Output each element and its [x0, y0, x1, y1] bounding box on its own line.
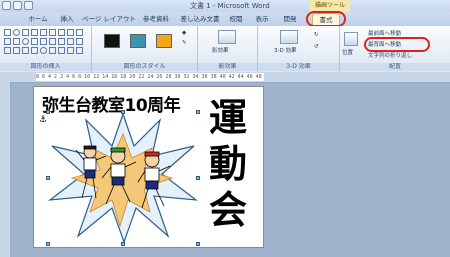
style-black-swatch[interactable]: [104, 34, 120, 48]
text-wrap-button[interactable]: 文字列の折り返し: [368, 51, 412, 59]
outline-icon[interactable]: ✎: [182, 40, 187, 46]
resize-handle-top-right[interactable]: [196, 110, 200, 114]
title-bar: 文書 1 - Microsoft Word 描画ツール: [0, 0, 450, 12]
tab-mailings[interactable]: 差し込み文書: [178, 13, 222, 26]
ribbon-tabs: ホーム 挿入 ページ レイアウト 参考資料 差し込み文書 校閲 表示 開発 書式: [0, 12, 450, 26]
tab-developer[interactable]: 開発: [280, 13, 300, 26]
bring-to-front-button[interactable]: 最前面へ移動: [368, 29, 401, 37]
shadow-effects-button[interactable]: 影効果: [212, 46, 229, 54]
group-label-shadow: 影効果: [198, 63, 257, 71]
clipart-starburst-runners[interactable]: [48, 112, 198, 244]
group-3d: 3-D 効果 ↻ ↺ 3-D 効果: [258, 26, 340, 72]
format-tab-highlight: [306, 11, 346, 27]
fill-icon[interactable]: ◆: [182, 30, 186, 36]
send-to-back-highlight: [364, 37, 430, 52]
resize-handle-top-left[interactable]: [46, 110, 50, 114]
style-teal-swatch[interactable]: [130, 34, 146, 48]
redo-icon[interactable]: [24, 1, 33, 10]
ruler-scale: 8 6 4 2 2 4 6 8 10 12 14 16 18 20 22 24 …: [36, 73, 264, 81]
tab-home[interactable]: ホーム: [24, 13, 52, 26]
group-insert-shapes: 図形の挿入: [0, 26, 92, 72]
style-orange-swatch[interactable]: [156, 34, 172, 48]
group-label-3d: 3-D 効果: [258, 63, 339, 71]
tab-review[interactable]: 校閲: [226, 13, 246, 26]
resize-handle-right[interactable]: [196, 176, 200, 180]
3d-effects-icon[interactable]: [280, 30, 298, 44]
group-label-insert-shapes: 図形の挿入: [0, 63, 91, 71]
resize-handle-bottom-right[interactable]: [196, 242, 200, 246]
tab-references[interactable]: 参考資料: [140, 13, 172, 26]
tilt-down-icon[interactable]: ↺: [314, 44, 319, 50]
undo-icon[interactable]: [13, 1, 22, 10]
tab-page-layout[interactable]: ページ レイアウト: [82, 13, 136, 26]
position-icon[interactable]: [344, 32, 358, 46]
vertical-title-text[interactable]: 運動会: [204, 95, 252, 233]
3d-effects-button[interactable]: 3-D 効果: [274, 46, 296, 54]
resize-handle-top[interactable]: [121, 110, 125, 114]
quick-access-toolbar: [2, 1, 33, 10]
tab-insert[interactable]: 挿入: [56, 13, 78, 26]
group-label-shape-styles: 図形のスタイル: [92, 63, 197, 71]
group-shape-styles: ◆ ✎ 図形のスタイル: [92, 26, 198, 72]
resize-handle-bottom[interactable]: [121, 242, 125, 246]
anchor-icon: ⚓: [39, 115, 48, 125]
position-button[interactable]: 位置: [342, 48, 353, 56]
shape-gallery[interactable]: [4, 29, 83, 54]
resize-handle-left[interactable]: [46, 176, 50, 180]
save-icon[interactable]: [2, 1, 11, 10]
window-title: 文書 1 - Microsoft Word: [190, 2, 270, 10]
group-label-arrange: 配置: [340, 63, 450, 71]
tilt-icon[interactable]: ↻: [314, 32, 319, 38]
group-shadow: 影効果 影効果: [198, 26, 258, 72]
tab-view[interactable]: 表示: [252, 13, 272, 26]
shadow-effects-icon[interactable]: [218, 30, 236, 44]
vertical-ruler[interactable]: [0, 82, 11, 257]
horizontal-ruler[interactable]: 8 6 4 2 2 4 6 8 10 12 14 16 18 20 22 24 …: [0, 72, 450, 83]
resize-handle-bottom-left[interactable]: [46, 242, 50, 246]
